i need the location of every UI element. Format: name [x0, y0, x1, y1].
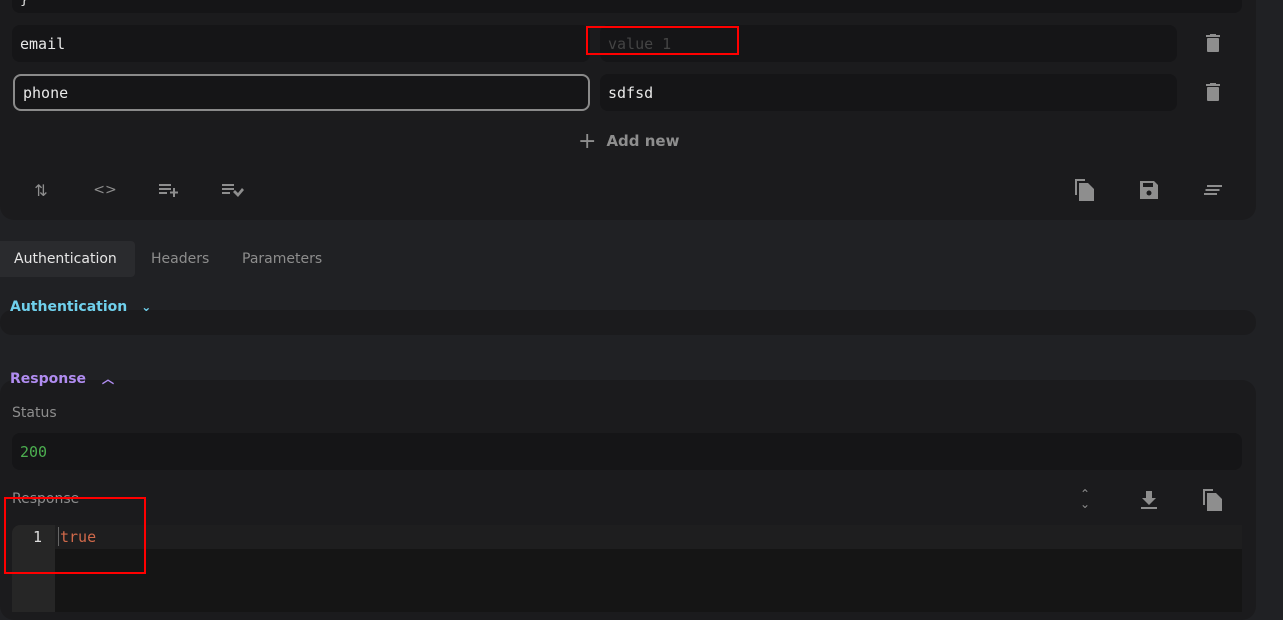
format-icon[interactable]: [1201, 178, 1225, 202]
trash-icon[interactable]: [1201, 80, 1225, 104]
param-value-input[interactable]: value 1: [600, 25, 1177, 62]
code-line: true: [60, 528, 97, 546]
param-value-text: sdfsd: [608, 83, 654, 102]
param-key-input[interactable]: email: [12, 25, 590, 62]
tab-parameters[interactable]: Parameters: [228, 241, 336, 277]
authentication-section-toggle[interactable]: Authentication ⌄: [10, 299, 151, 315]
code-icon[interactable]: <>: [93, 178, 117, 202]
chevron-up-icon: ︿: [102, 372, 115, 386]
copy-icon[interactable]: [1201, 488, 1225, 512]
status-value: 200: [20, 442, 48, 461]
tab-headers[interactable]: Headers: [137, 241, 223, 277]
download-icon[interactable]: [1137, 488, 1161, 512]
response-code-editor[interactable]: 1 true: [12, 525, 1242, 612]
response-section-title: Response: [10, 370, 87, 387]
status-field: 200: [12, 433, 1242, 470]
save-icon[interactable]: [1137, 178, 1161, 202]
tab-authentication[interactable]: Authentication: [0, 241, 135, 277]
authentication-panel: [0, 310, 1256, 335]
sort-icon[interactable]: ⇅: [29, 178, 53, 202]
response-section-toggle[interactable]: Response ︿: [10, 370, 114, 387]
param-value-input[interactable]: sdfsd: [600, 74, 1177, 111]
param-key-text: email: [20, 34, 66, 53]
copy-icon[interactable]: [1073, 178, 1097, 202]
playlist-check-icon[interactable]: [221, 178, 245, 202]
authentication-section-title: Authentication: [10, 299, 128, 315]
tab-label: Parameters: [242, 251, 323, 267]
tab-label: Authentication: [14, 251, 117, 267]
plus-icon: +: [578, 128, 597, 154]
trash-icon[interactable]: [1201, 31, 1225, 55]
line-number: 1: [32, 528, 42, 546]
tab-label: Headers: [151, 251, 210, 267]
expand-collapse-icon[interactable]: ⌃ ⌄: [1073, 488, 1097, 512]
chevron-down-icon: ⌄: [141, 300, 152, 314]
body-textarea[interactable]: }: [12, 0, 1242, 13]
add-new-button[interactable]: + Add new: [578, 128, 680, 154]
param-key-input[interactable]: phone: [13, 74, 590, 111]
cursor: [58, 527, 59, 546]
param-value-placeholder: value 1: [608, 34, 672, 53]
code-active-line: [12, 525, 1242, 549]
playlist-add-icon[interactable]: [157, 178, 181, 202]
param-key-text: phone: [23, 83, 69, 102]
response-label: Response: [12, 491, 80, 507]
add-new-label: Add new: [606, 132, 680, 150]
status-label: Status: [12, 405, 57, 421]
